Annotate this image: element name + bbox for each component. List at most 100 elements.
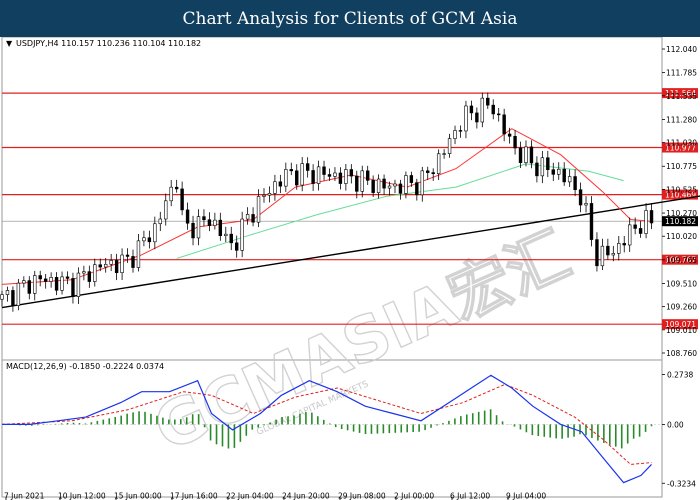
candle-body: [513, 135, 517, 149]
candle-body: [600, 245, 605, 267]
candle-body: [573, 176, 577, 191]
candle-body: [376, 178, 381, 193]
candle-body: [393, 183, 397, 187]
price-tick-label: 111.280: [666, 115, 697, 124]
candle-body: [218, 219, 223, 236]
candle-body: [649, 210, 654, 224]
time-tick-label: 9 Jul 04:00: [506, 492, 546, 500]
candle-body: [71, 278, 75, 297]
candle-body: [251, 214, 255, 223]
time-tick-label: 22 Jun 04:00: [226, 492, 274, 500]
candle-body: [338, 172, 343, 184]
price-tick-label: 110.020: [666, 232, 697, 241]
candle-body: [229, 233, 233, 244]
candle-body: [295, 170, 299, 186]
candle-body: [256, 196, 261, 223]
candle-body: [420, 170, 424, 196]
candle-body: [606, 245, 610, 256]
candle-body: [469, 105, 474, 114]
candle-body: [185, 209, 190, 224]
candle-body: [224, 233, 228, 236]
candle-body: [415, 182, 419, 196]
candle-body: [82, 271, 86, 274]
candle-body: [262, 194, 266, 197]
candle-body: [289, 169, 293, 172]
candle-body: [104, 263, 108, 268]
candle-body: [76, 272, 81, 297]
price-tick-label: 110.270: [666, 209, 697, 218]
candle-body: [180, 188, 184, 211]
candle-body: [191, 222, 195, 239]
candle-body: [235, 242, 239, 251]
price-tick-label: 109.260: [666, 303, 697, 312]
candle-body: [333, 172, 337, 177]
price-tick-label: 111.030: [666, 139, 697, 148]
candle-body: [611, 253, 616, 256]
candle-body: [87, 271, 92, 282]
candle-body: [164, 200, 168, 220]
candle-body: [27, 280, 31, 294]
trading-chart[interactable]: GCMASIA宏汇GLOBAL CAPITAL MARKETS 111.5641…: [0, 37, 700, 500]
candle-body: [60, 276, 64, 291]
price-tick-label: 109.010: [666, 326, 697, 335]
candle-body: [38, 275, 42, 280]
candle-body: [546, 157, 550, 171]
candle-body: [578, 189, 583, 206]
candle-body: [617, 243, 621, 254]
price-tick-label: 108.760: [666, 349, 697, 358]
candle-body: [524, 146, 528, 163]
candle-body: [98, 264, 102, 268]
time-axis: 7 Jun 2021 10 Jun 12:00 15 Jun 00:00 17 Jun…: [4, 492, 546, 500]
watermark-text: GCMASIA宏汇: [143, 217, 580, 465]
candle-body: [595, 239, 599, 267]
candle-body: [627, 224, 632, 246]
candle-body: [153, 223, 157, 243]
candle-body: [496, 113, 501, 116]
candle-body: [475, 112, 479, 123]
candle-body: [622, 243, 626, 246]
candle-body: [5, 290, 10, 295]
candle-body: [16, 282, 21, 306]
candle-body: [584, 203, 588, 206]
candle-body: [131, 256, 135, 268]
candle-body: [207, 219, 212, 226]
candle-body: [114, 260, 119, 274]
candle-body: [633, 224, 637, 229]
candle-body: [491, 104, 495, 115]
candle-body: [540, 157, 545, 177]
candle-body: [136, 240, 141, 268]
candle-body: [349, 169, 354, 177]
candle-body: [447, 138, 452, 154]
candle-body: [305, 163, 310, 171]
macd-tick-label: 0.00: [667, 420, 684, 429]
candle-body: [11, 290, 15, 306]
candle-body: [196, 216, 201, 239]
price-tick-label: 110.525: [666, 185, 697, 194]
chart-banner-title: Chart Analysis for Clients of GCM Asia: [0, 0, 700, 37]
candle-body: [507, 133, 512, 137]
macd-tick-label: 0.2738: [667, 371, 693, 380]
candle-body: [273, 181, 277, 194]
triangle-down-icon[interactable]: ▼: [6, 39, 13, 48]
candle-body: [158, 218, 162, 225]
time-tick-label: 17 Jun 16:00: [170, 492, 218, 500]
candle-body: [65, 276, 70, 279]
candle-body: [464, 105, 468, 132]
time-tick-label: 15 Jun 00:00: [114, 492, 162, 500]
candle-body: [147, 237, 152, 243]
candle-body: [311, 170, 315, 184]
candle-body: [638, 228, 643, 234]
candle-body: [22, 280, 26, 284]
price-tick-label: 111.535: [666, 92, 697, 101]
candle-body: [245, 214, 250, 220]
time-tick-label: 6 Jul 12:00: [450, 492, 490, 500]
candle-body: [33, 275, 37, 294]
candle-body: [169, 186, 173, 202]
candle-body: [202, 216, 206, 221]
candle-body: [360, 170, 364, 192]
candle-body: [453, 130, 457, 139]
candle-body: [43, 278, 48, 282]
time-tick-label: 24 Jun 20:00: [282, 492, 330, 500]
price-tick-label: 110.775: [666, 162, 697, 171]
candle-body: [442, 153, 446, 155]
